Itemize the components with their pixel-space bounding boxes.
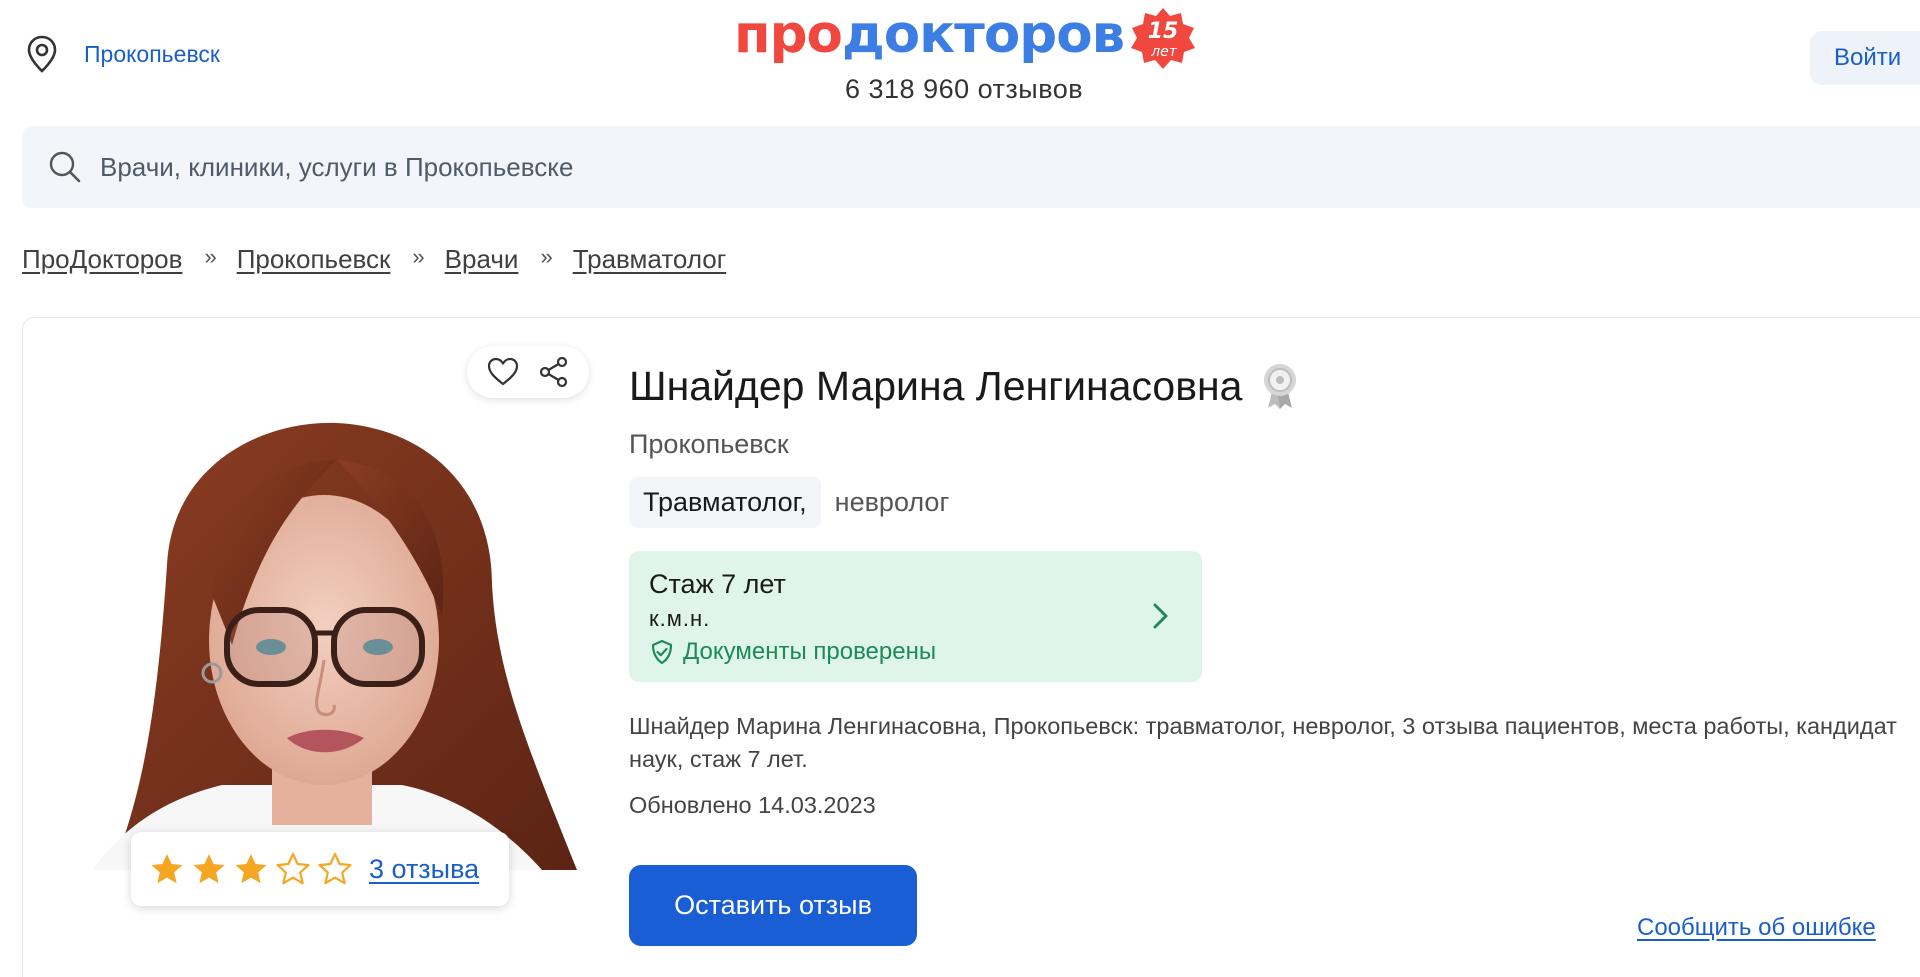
anniversary-badge-icon: 15 лет [1131, 8, 1196, 69]
search-icon [49, 151, 81, 183]
doctor-photo [92, 422, 577, 870]
star-empty-icon [318, 852, 352, 885]
documents-verified-label: Документы проверены [683, 638, 937, 665]
star-empty-icon [276, 852, 310, 885]
reviews-total-count: 6 318 960 отзывов [845, 74, 1084, 104]
breadcrumb-specialty[interactable]: Травматолог [573, 244, 727, 275]
documents-verified: Документы проверены [649, 638, 1182, 666]
leave-review-button[interactable]: Оставить отзыв [629, 865, 917, 946]
reviews-count-link[interactable]: 3 отзыва [369, 854, 479, 885]
specialty-main[interactable]: Травматолог, [629, 477, 821, 528]
breadcrumb-doctors[interactable]: Врачи [445, 244, 519, 275]
rating-widget: 3 отзыва [131, 832, 509, 906]
card-actions [467, 346, 589, 398]
doctor-description: Шнайдер Марина Ленгинасовна, Прокопьевск… [629, 713, 1897, 772]
academic-degree: к.м.н. [649, 606, 711, 631]
breadcrumb-city[interactable]: Прокопьевск [237, 244, 391, 275]
breadcrumb-separator: » [204, 243, 217, 269]
doctor-name-row: Шнайдер Марина Ленгинасовна [629, 362, 1300, 410]
breadcrumb-prodoktorov[interactable]: ПроДокторов [22, 244, 182, 275]
doctor-name: Шнайдер Марина Ленгинасовна [629, 362, 1243, 409]
location-selector[interactable]: Прокопьевск [24, 34, 220, 74]
experience-years: Стаж 7 лет [649, 569, 786, 599]
medal-icon[interactable] [1260, 362, 1300, 410]
badge-number: 15 [1148, 19, 1179, 44]
search-bar[interactable]: Врачи, клиники, услуги в Прокопьевске [22, 126, 1920, 208]
updated-date: Обновлено 14.03.2023 [629, 792, 876, 818]
heart-icon[interactable] [486, 355, 520, 389]
chevron-right-icon [1153, 603, 1168, 629]
star-filled-icon [151, 854, 183, 884]
login-button[interactable]: Войти [1810, 31, 1920, 85]
star-filled-icon [193, 854, 225, 884]
star-filled-icon [235, 854, 267, 884]
logo-part-doktorov: докторов [841, 4, 1125, 65]
map-pin-icon [27, 35, 57, 73]
logo-part-pro: про [734, 4, 843, 65]
city-link[interactable]: Прокопьевск [84, 41, 220, 68]
experience-block[interactable]: Стаж 7 лет к.м.н. Документы проверены [629, 551, 1202, 682]
breadcrumb-separator: » [412, 243, 425, 269]
report-error-link[interactable]: Сообщить об ошибке [1637, 914, 1876, 942]
doctor-city: Прокопьевск [629, 429, 789, 459]
breadcrumb-separator: » [540, 243, 553, 269]
specialty-secondary: невролог [834, 487, 950, 517]
site-logo[interactable]: про докторов 15 лет [734, 4, 1198, 72]
share-icon[interactable] [537, 355, 571, 389]
badge-word: лет [1150, 44, 1178, 60]
breadcrumb: ПроДокторов » Прокопьевск » Врачи » Трав… [22, 244, 726, 275]
doctor-specialties: Травматолог, невролог [629, 477, 949, 528]
site-header: Прокопьевск про докторов 15 лет 6 318 96… [0, 0, 1920, 120]
search-placeholder: Врачи, клиники, услуги в Прокопьевске [100, 151, 574, 182]
shield-check-icon [651, 639, 673, 665]
